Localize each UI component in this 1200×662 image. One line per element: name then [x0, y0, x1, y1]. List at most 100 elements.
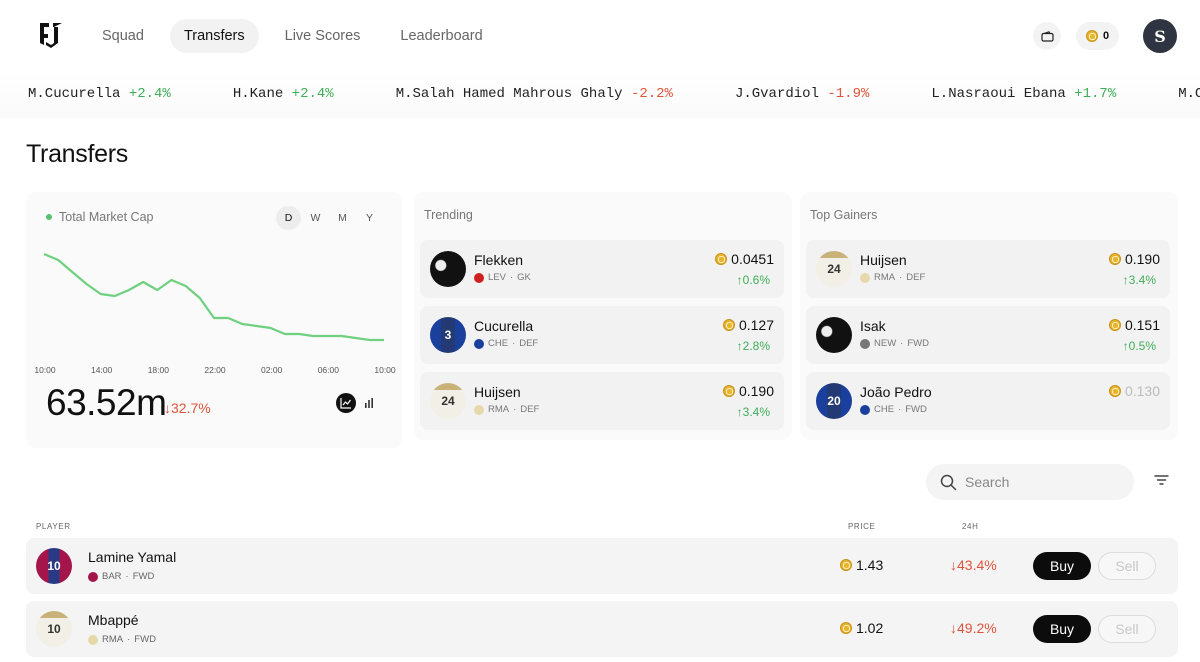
price-change: ↑2.8%: [736, 339, 770, 353]
user-avatar[interactable]: S: [1143, 19, 1177, 53]
coin-balance[interactable]: 0: [1076, 22, 1120, 50]
column-header-price: PRICE: [848, 522, 876, 531]
price-change: ↑3.4%: [736, 405, 770, 419]
x-tick-label: 18:00: [147, 365, 169, 375]
sell-button[interactable]: Sell: [1098, 552, 1156, 580]
player-meta: CHE · FWD: [860, 404, 927, 415]
player-card[interactable]: 24 Huijsen RMA · DEF 0.190 ↑3.4%: [420, 372, 784, 430]
club-badge-icon: [474, 272, 484, 283]
ticker-item[interactable]: J.Gvardiol -1.9%: [735, 86, 869, 102]
player-club: CHE: [874, 404, 895, 415]
buy-button[interactable]: Buy: [1033, 552, 1091, 580]
price-ticker: M.Cucurella +2.4% H.Kane +2.4% M.Salah Ham…: [0, 72, 1200, 118]
nav-leaderboard[interactable]: Leaderboard: [386, 19, 496, 53]
bar-chart-icon[interactable]: [364, 397, 374, 409]
player-avatar: 20: [816, 383, 852, 419]
market-cap-value: 63.52m: [46, 382, 167, 423]
range-month[interactable]: M: [330, 206, 355, 230]
wallet-icon: [1040, 30, 1054, 42]
player-club: LEV: [488, 272, 506, 283]
player-meta: LEV · GK: [474, 272, 531, 283]
player-card[interactable]: Flekken LEV · GK 0.0451 ↑0.6%: [420, 240, 784, 298]
ticker-player-name: L.Nasraoui Ebana: [931, 86, 1066, 102]
coin-icon: [1086, 30, 1098, 42]
search-input[interactable]: [965, 474, 1115, 490]
buy-button[interactable]: Buy: [1033, 615, 1091, 643]
club-badge-icon: [860, 272, 870, 283]
price-value: 0.127: [738, 317, 774, 333]
ticker-change: +2.4%: [291, 86, 334, 102]
player-avatar: 3: [430, 317, 466, 353]
club-badge-icon: [860, 404, 870, 415]
player-meta: RMA · DEF: [860, 272, 925, 283]
price-value: 0.190: [1124, 251, 1160, 267]
range-day[interactable]: D: [276, 206, 301, 230]
nav-live-scores[interactable]: Live Scores: [271, 19, 375, 53]
chart-x-axis: 10:00 14:00 18:00 22:00 02:00 06:00 10:00: [26, 365, 402, 377]
table-row[interactable]: 10 Mbappé RMA · FWD 1.02 ↓49.2% Buy Sell: [26, 601, 1178, 657]
player-card[interactable]: Isak NEW · FWD 0.151 ↑0.5%: [806, 306, 1170, 364]
player-position: FWD: [905, 404, 927, 415]
price-change: ↑0.5%: [1122, 339, 1156, 353]
ticker-change: -2.2%: [630, 86, 673, 102]
ticker-change: +2.4%: [128, 86, 171, 102]
player-avatar: 24: [430, 383, 466, 419]
player-position: DEF: [906, 272, 926, 283]
player-price: 0.0451: [715, 251, 774, 267]
club-badge-icon: [474, 404, 484, 415]
line-chart-toggle[interactable]: [336, 393, 356, 413]
player-search[interactable]: [926, 464, 1134, 500]
sell-button[interactable]: Sell: [1098, 615, 1156, 643]
club-badge-icon: [474, 338, 484, 349]
player-position: DEF: [519, 338, 539, 349]
ticker-player-name: H.Kane: [232, 86, 284, 102]
club-badge-icon: [88, 634, 98, 645]
x-tick-label: 10:00: [34, 365, 56, 375]
price-change-24h: ↓43.4%: [950, 557, 997, 573]
filter-icon[interactable]: [1154, 474, 1169, 486]
player-shirt: [816, 317, 852, 353]
player-card[interactable]: 24 Huijsen RMA · DEF 0.190 ↑3.4%: [806, 240, 1170, 298]
ticker-item[interactable]: H.Kane +2.4%: [233, 86, 334, 102]
price-value: 0.151: [1124, 317, 1160, 333]
player-name: Isak: [860, 318, 886, 334]
coin-icon: [715, 253, 728, 265]
coin-icon: [840, 559, 852, 571]
market-cap-series-line: [43, 252, 384, 342]
range-week[interactable]: W: [303, 206, 328, 230]
x-tick-label: 14:00: [91, 365, 113, 375]
club-badge-icon: [88, 571, 98, 582]
ticker-track: M.Cucurella +2.4% H.Kane +2.4% M.Salah Ham…: [28, 86, 1200, 102]
player-name: Huijsen: [860, 252, 907, 268]
nav-transfers[interactable]: Transfers: [169, 19, 259, 53]
range-year[interactable]: Y: [357, 206, 382, 230]
range-selector: D W M Y: [276, 206, 382, 230]
search-icon: [940, 474, 957, 490]
nav-squad[interactable]: Squad: [88, 19, 158, 53]
player-club: CHE: [488, 338, 509, 349]
player-avatar: 24: [816, 251, 852, 287]
ticker-item[interactable]: M.Salah Hamed Mahrous Ghaly -2.2%: [396, 86, 673, 102]
page-title: Transfers: [26, 140, 128, 168]
player-price: 1.02: [840, 620, 883, 636]
player-card[interactable]: 20 João Pedro CHE · FWD 0.130: [806, 372, 1170, 430]
top-gainers-panel: Top Gainers 24 Huijsen RMA · DEF 0.190 ↑3.4% Is…: [800, 192, 1178, 440]
market-cap-change: ↓32.7%: [164, 400, 211, 416]
player-name: Lamine Yamal: [88, 549, 177, 565]
player-position: FWD: [134, 634, 156, 645]
player-club: RMA: [488, 404, 510, 415]
player-shirt: 10: [36, 548, 72, 584]
ticker-item[interactable]: M.Cucurella +2.4%: [28, 86, 171, 102]
app-logo[interactable]: [38, 21, 64, 51]
table-row[interactable]: 10 Lamine Yamal BAR · FWD 1.43 ↓43.4% Buy Sell: [26, 538, 1178, 594]
ticker-item[interactable]: L.Nasraoui Ebana +1.7%: [931, 86, 1116, 102]
player-club: RMA: [874, 272, 896, 283]
player-card[interactable]: 3 Cucurella CHE · DEF 0.127 ↑2.8%: [420, 306, 784, 364]
coin-icon: [1108, 319, 1121, 331]
ticker-item[interactable]: M.Ol: [1178, 86, 1200, 102]
price-value: 0.130: [1124, 383, 1160, 399]
player-shirt: [430, 251, 466, 287]
wallet-button[interactable]: [1033, 22, 1061, 50]
x-tick-label: 10:00: [374, 365, 396, 375]
coin-icon: [722, 319, 735, 331]
